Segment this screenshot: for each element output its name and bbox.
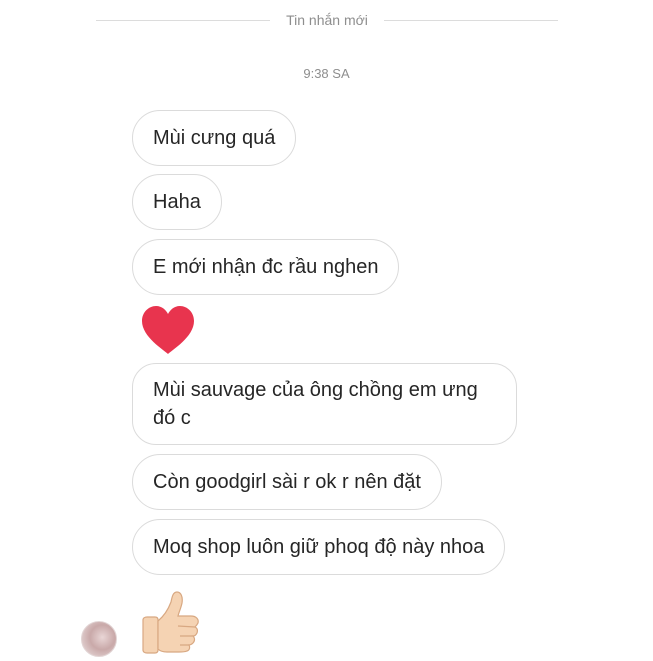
message-bubble[interactable]: Còn goodgirl sài r ok r nên đặt bbox=[132, 454, 442, 510]
new-messages-divider: Tin nhắn mới bbox=[0, 10, 653, 32]
message-timestamp: 9:38 SA bbox=[303, 66, 350, 81]
message-bubble[interactable]: Mùi sauvage của ông chồng em ưng đó c bbox=[132, 363, 517, 445]
thumbs-up-icon[interactable] bbox=[133, 588, 203, 656]
message-bubble[interactable]: Haha bbox=[132, 174, 222, 230]
message-bubble[interactable]: Moq shop luôn giữ phoq độ này nhoa bbox=[132, 519, 506, 575]
avatar[interactable] bbox=[81, 621, 117, 657]
divider-line-left bbox=[96, 20, 270, 21]
message-bubble[interactable]: Mùi cưng quá bbox=[132, 110, 297, 166]
divider-line-right bbox=[384, 20, 558, 21]
new-messages-label: Tin nhắn mới bbox=[286, 12, 368, 28]
heart-icon[interactable] bbox=[140, 304, 196, 356]
thumbs-up-shape bbox=[142, 591, 199, 654]
heart-shape bbox=[142, 306, 194, 354]
message-bubble[interactable]: E mới nhận đc rầu nghen bbox=[132, 239, 400, 295]
